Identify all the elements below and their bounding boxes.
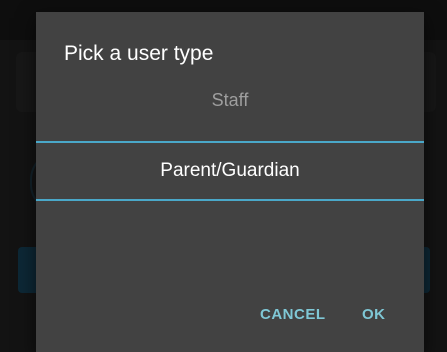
picker-option-staff[interactable]: Staff bbox=[36, 90, 424, 111]
user-type-dialog: Pick a user type Staff Parent/Guardian C… bbox=[36, 12, 424, 352]
ok-button[interactable]: OK bbox=[362, 306, 386, 323]
cancel-button[interactable]: CANCEL bbox=[260, 306, 326, 323]
picker-option-parent-guardian[interactable]: Parent/Guardian bbox=[36, 142, 424, 200]
dialog-title: Pick a user type bbox=[64, 42, 214, 65]
picker-selection-divider-bottom bbox=[36, 199, 424, 201]
screen: Pick a user type Staff Parent/Guardian C… bbox=[0, 0, 447, 352]
